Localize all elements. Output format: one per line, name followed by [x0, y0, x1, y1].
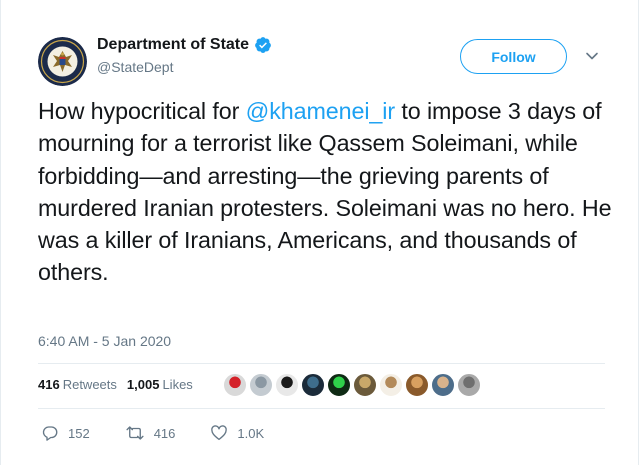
tweet-stats: 416 Retweets 1,005 Likes: [38, 377, 203, 392]
liker-avatar[interactable]: [353, 373, 377, 397]
verified-badge-icon: [255, 37, 271, 53]
likes-label: Likes: [162, 377, 193, 392]
heart-icon: [211, 425, 228, 441]
chevron-down-icon[interactable]: [584, 48, 600, 64]
avatar[interactable]: [38, 37, 87, 86]
liker-avatar[interactable]: [301, 373, 325, 397]
tweet-actions: 152 416 1.0K: [41, 424, 299, 442]
author-name-row: Department of State: [97, 36, 272, 54]
tweet-text-part: to impose 3 days of mourning for a terro…: [38, 98, 612, 286]
divider: [38, 363, 605, 364]
retweets-label: Retweets: [62, 377, 117, 392]
liker-avatar[interactable]: [405, 373, 429, 397]
liker-avatar[interactable]: [431, 373, 455, 397]
likes-stat[interactable]: 1,005 Likes: [127, 377, 193, 392]
liker-avatar[interactable]: [327, 373, 351, 397]
liker-avatar[interactable]: [457, 373, 481, 397]
retweet-icon: [126, 426, 144, 440]
reply-count: 152: [68, 425, 90, 441]
likes-count: 1,005: [126, 377, 160, 392]
like-action[interactable]: 1.0K: [210, 424, 264, 442]
liker-avatar[interactable]: [223, 373, 247, 397]
retweets-count: 416: [38, 377, 60, 392]
divider: [38, 408, 605, 409]
tweet-card: Department of State @StateDept Follow Ho…: [0, 0, 639, 465]
tweet-timestamp[interactable]: 6:40 AM - 5 Jan 2020: [38, 333, 171, 349]
author-block: Department of State @StateDept: [97, 36, 272, 75]
mention-link[interactable]: @khamenei_ir: [246, 98, 395, 124]
liker-avatar[interactable]: [275, 373, 299, 397]
reply-icon: [42, 426, 58, 441]
retweet-count: 416: [153, 425, 176, 441]
retweet-action[interactable]: 416: [125, 424, 176, 442]
follow-button[interactable]: Follow: [460, 39, 567, 74]
author-display-name[interactable]: Department of State: [97, 36, 249, 54]
liker-avatar[interactable]: [379, 373, 403, 397]
tweet-text: How hypocritical for @khamenei_ir to imp…: [38, 95, 618, 289]
retweets-stat[interactable]: 416 Retweets: [38, 377, 117, 392]
liker-avatar[interactable]: [249, 373, 273, 397]
reply-action[interactable]: 152: [41, 424, 90, 442]
state-department-seal-icon: [38, 37, 87, 86]
author-handle[interactable]: @StateDept: [97, 59, 272, 75]
like-count: 1.0K: [237, 425, 265, 441]
liker-avatars: [223, 373, 483, 397]
tweet-text-part: How hypocritical for: [38, 98, 246, 124]
